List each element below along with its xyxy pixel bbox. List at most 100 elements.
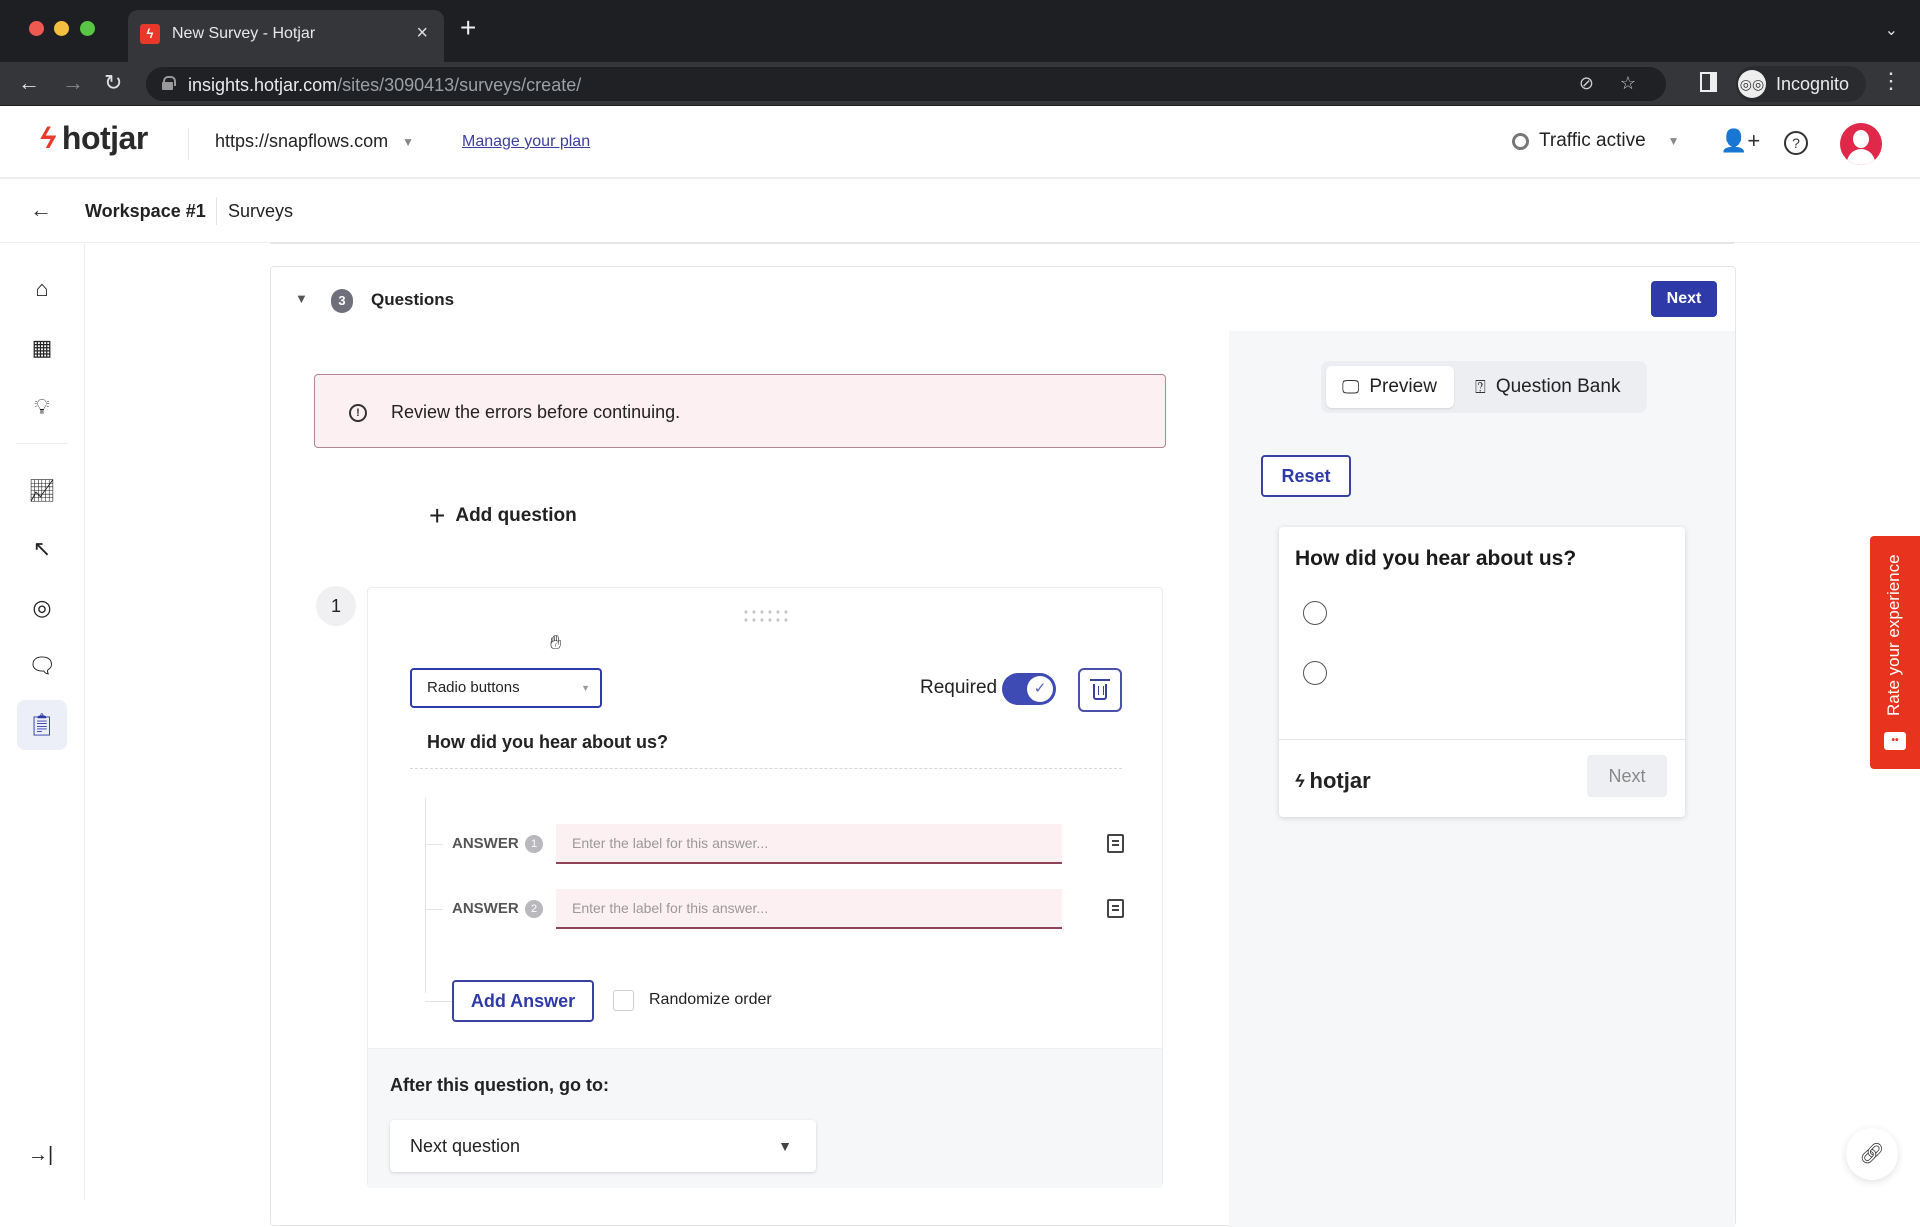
tab-search-chevron-icon[interactable]: ⌄ xyxy=(1885,20,1898,40)
hotjar-logo-mark-icon: ϟ xyxy=(40,121,56,155)
preview-panel: 🖵︎ Preview ⍰ Question Bank Reset How did… xyxy=(1229,331,1735,1227)
invite-user-icon[interactable]: 👤+ xyxy=(1720,128,1760,154)
collapse-toggle-icon[interactable]: ▼ xyxy=(295,291,308,306)
traffic-status-dropdown[interactable]: Traffic active ▼ xyxy=(1512,130,1680,152)
reload-icon[interactable]: ↻ xyxy=(104,70,122,96)
caret-down-icon: ▼ xyxy=(402,134,414,149)
widget-next-button[interactable]: Next xyxy=(1587,755,1667,797)
browser-menu-icon[interactable]: ⋮ xyxy=(1880,68,1902,94)
forward-icon[interactable]: → xyxy=(62,70,84,96)
caret-down-icon: ▼ xyxy=(778,1138,792,1154)
comment-icon[interactable] xyxy=(1107,834,1124,853)
hotjar-logo[interactable]: ϟ hotjar xyxy=(40,120,148,157)
answer-2-input[interactable] xyxy=(556,889,1062,929)
breadcrumb-surveys[interactable]: Surveys xyxy=(228,201,293,222)
window-minimize-button[interactable] xyxy=(54,21,69,36)
incognito-label: Incognito xyxy=(1776,74,1850,94)
browser-tab[interactable]: ϟ New Survey - Hotjar × xyxy=(128,10,444,62)
answer-index-badge: 2 xyxy=(525,900,543,918)
interviews-icon: 🗨︎ xyxy=(28,653,56,678)
side-panel-icon[interactable] xyxy=(1700,72,1717,92)
expand-sidebar-icon[interactable]: →| xyxy=(28,1144,53,1167)
tab-question-bank[interactable]: ⍰ Question Bank xyxy=(1459,366,1643,408)
widget-radio-option-2[interactable] xyxy=(1303,661,1327,685)
sidebar-item-recordings[interactable]: ↖ xyxy=(17,524,67,574)
manage-plan-link[interactable]: Manage your plan xyxy=(462,133,590,151)
next-step-button[interactable]: Next xyxy=(1651,281,1717,317)
step-title: Questions xyxy=(371,290,455,309)
new-tab-button[interactable]: + xyxy=(460,14,476,42)
url-path: /sites/3090413/surveys/create/ xyxy=(337,75,582,95)
window-maximize-button[interactable] xyxy=(80,21,95,36)
caret-down-icon: ▼ xyxy=(581,683,590,693)
window-close-button[interactable] xyxy=(29,21,44,36)
comment-icon[interactable] xyxy=(1107,899,1124,918)
question-type-select[interactable]: Radio buttons ▼ xyxy=(410,668,602,708)
tab-close-icon[interactable]: × xyxy=(416,22,428,45)
preview-tabs: 🖵︎ Preview ⍰ Question Bank xyxy=(1321,361,1647,413)
question-text[interactable]: How did you hear about us? xyxy=(427,732,668,753)
tab-preview-label: Preview xyxy=(1369,376,1437,397)
tree-branch xyxy=(425,1001,452,1002)
back-icon[interactable]: ← xyxy=(18,70,40,96)
after-question-select[interactable]: Next question ▼ xyxy=(390,1120,816,1172)
sidebar-item-interviews[interactable]: 🗨︎ xyxy=(17,641,67,691)
sidebar-item-highlights[interactable]: 💡︎ xyxy=(17,382,67,432)
help-icon[interactable]: ? xyxy=(1784,131,1808,155)
surveys-clipboard-icon: 📋︎ xyxy=(28,712,56,737)
user-avatar[interactable] xyxy=(1840,123,1882,165)
sidebar-item-trends[interactable]: 📈︎ xyxy=(17,466,67,516)
tree-branch xyxy=(425,844,443,845)
logo-text: hotjar xyxy=(61,120,148,156)
tree-branch xyxy=(425,909,443,910)
address-bar[interactable]: insights.hotjar.com/sites/3090413/survey… xyxy=(146,67,1666,101)
widget-radio-option-1[interactable] xyxy=(1303,601,1327,625)
tracking-blocked-eye-icon[interactable]: ⊘ xyxy=(1579,73,1594,94)
question-type-value: Radio buttons xyxy=(427,679,520,696)
randomize-order-label[interactable]: Randomize order xyxy=(649,991,772,1009)
url-text[interactable]: insights.hotjar.com/sites/3090413/survey… xyxy=(188,75,581,96)
widget-question-text: How did you hear about us? xyxy=(1295,547,1577,570)
add-question-button[interactable]: + Add question xyxy=(429,502,577,530)
randomize-order-checkbox[interactable] xyxy=(613,990,634,1011)
required-toggle[interactable]: ✓ xyxy=(1002,673,1056,705)
delete-question-button[interactable] xyxy=(1078,668,1122,712)
error-banner: ! Review the errors before continuing. xyxy=(314,374,1166,448)
rate-experience-tab[interactable]: Rate your experience •• xyxy=(1870,536,1920,769)
check-icon: ✓ xyxy=(1027,676,1053,702)
site-selector[interactable]: https://snapflows.com ▼ xyxy=(215,131,414,152)
site-selector-value: https://snapflows.com xyxy=(215,131,389,151)
reset-preview-button[interactable]: Reset xyxy=(1261,455,1351,497)
copy-link-icon[interactable]: 🔗︎ xyxy=(1846,1128,1898,1180)
answer-1-input[interactable] xyxy=(556,824,1062,864)
back-arrow-icon[interactable]: ← xyxy=(30,197,52,223)
smiley-chat-icon: •• xyxy=(1884,732,1906,750)
avatar-ring xyxy=(1843,126,1879,162)
tab-preview[interactable]: 🖵︎ Preview xyxy=(1326,366,1454,408)
lightbulb-icon: 💡︎ xyxy=(34,394,50,419)
sidebar-item-home[interactable]: ⌂ xyxy=(17,264,67,314)
monitor-icon: 🖵︎ xyxy=(1342,376,1360,397)
feedback-icon: ◎ xyxy=(32,595,52,620)
sidebar-item-dashboards[interactable]: ▦ xyxy=(17,323,67,373)
bookmark-star-icon[interactable]: ☆ xyxy=(1620,73,1636,94)
drag-handle-icon[interactable] xyxy=(742,608,788,624)
required-label: Required xyxy=(920,677,998,698)
app-header: ϟ hotjar https://snapflows.com ▼ Manage … xyxy=(0,106,1920,179)
add-answer-button[interactable]: Add Answer xyxy=(452,980,594,1022)
incognito-profile-button[interactable]: ◎◎ Incognito xyxy=(1736,66,1866,102)
lock-icon xyxy=(162,76,176,90)
trash-icon xyxy=(1090,679,1110,700)
sidebar-item-feedback[interactable]: ◎ xyxy=(17,583,67,633)
tab-question-bank-label: Question Bank xyxy=(1495,376,1621,397)
sidebar-item-surveys[interactable]: 📋︎ xyxy=(17,700,67,750)
question-editor: ✋︎ Radio buttons ▼ Required ✓ How did yo… xyxy=(367,587,1163,1188)
widget-hotjar-logo: ϟ hotjar xyxy=(1295,768,1371,794)
sidebar-divider xyxy=(16,443,68,444)
breadcrumb-workspace[interactable]: Workspace #1 xyxy=(85,201,206,222)
answer-row: ANSWER 1 xyxy=(425,824,1125,864)
questions-step-card: ▼ 3 Questions Next ! Review the errors b… xyxy=(270,266,1736,1227)
error-message: Review the errors before continuing. xyxy=(391,402,681,422)
url-host: insights.hotjar.com xyxy=(188,75,338,95)
previous-step-card-edge xyxy=(270,242,1734,245)
